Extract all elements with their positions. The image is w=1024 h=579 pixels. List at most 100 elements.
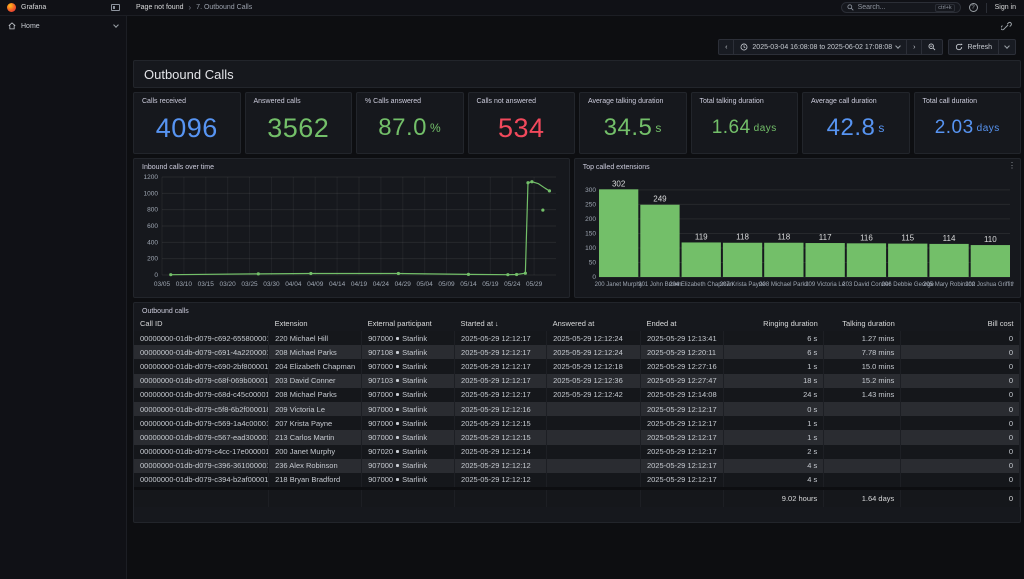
cell-call-id: 00000000-01db-d079-c394-b2af00001825 bbox=[134, 473, 269, 489]
sign-in-button[interactable]: Sign in bbox=[995, 4, 1016, 11]
cell-ended-at: 2025-05-29 12:12:17 bbox=[640, 430, 723, 444]
svg-text:114: 114 bbox=[942, 234, 955, 243]
home-icon bbox=[8, 22, 16, 30]
cell-ringing-duration: 18 s bbox=[724, 374, 824, 388]
cell-extension: 218 Bryan Bradford bbox=[269, 473, 362, 489]
column-header-ended-at[interactable]: Ended at bbox=[640, 315, 723, 331]
svg-text:50: 50 bbox=[588, 259, 596, 266]
breadcrumb-root[interactable]: Page not found bbox=[136, 4, 184, 11]
time-range-picker[interactable]: 2025-03-04 16:08:08 to 2025-06-02 17:08:… bbox=[734, 40, 907, 54]
stat-panel-5: Total talking duration1.64days bbox=[691, 92, 799, 154]
svg-text:05/19: 05/19 bbox=[482, 281, 499, 288]
participant-dot-icon bbox=[396, 365, 399, 368]
cell-talking-duration bbox=[824, 459, 901, 473]
time-range-back-button[interactable]: ‹ bbox=[719, 40, 734, 54]
svg-text:100: 100 bbox=[585, 245, 596, 252]
stat-title: % Calls answered bbox=[357, 93, 463, 105]
svg-text:400: 400 bbox=[147, 239, 158, 246]
column-header-external-participant[interactable]: External participant bbox=[362, 315, 455, 331]
cell-answered-at bbox=[547, 459, 641, 473]
bar bbox=[805, 243, 844, 277]
search-input-wrap[interactable]: ctrl+k bbox=[841, 2, 961, 13]
svg-text:150: 150 bbox=[585, 230, 596, 237]
column-header-talking-duration[interactable]: Talking duration bbox=[824, 315, 901, 331]
cell-started-at: 2025-05-29 12:12:15 bbox=[455, 416, 547, 430]
table-row: 00000000-01db-d079-c68f-069b0000182c203 … bbox=[134, 374, 1020, 388]
participant-dot-icon bbox=[396, 393, 399, 396]
cell-started-at: 2025-05-29 12:12:17 bbox=[455, 388, 547, 402]
refresh-icon bbox=[955, 43, 963, 51]
cell-talking-duration bbox=[824, 430, 901, 444]
cell-answered-at: 2025-05-29 12:12:36 bbox=[547, 374, 641, 388]
svg-text:115: 115 bbox=[901, 234, 914, 243]
outbound-calls-table: Call IDExtensionExternal participantStar… bbox=[134, 315, 1020, 507]
sidebar-home-label: Home bbox=[21, 23, 40, 30]
svg-text:05/24: 05/24 bbox=[504, 281, 521, 288]
dock-sidebar-icon[interactable] bbox=[111, 4, 120, 11]
cell-bill-cost: 0 bbox=[901, 416, 1020, 430]
column-header-bill-cost[interactable]: Bill cost bbox=[901, 315, 1020, 331]
share-link-icon[interactable] bbox=[1001, 21, 1012, 32]
column-header-started-at[interactable]: Started at ↓ bbox=[455, 315, 547, 331]
svg-text:800: 800 bbox=[147, 207, 158, 214]
stat-value: 1.64days bbox=[692, 107, 798, 149]
svg-text:117: 117 bbox=[818, 233, 831, 242]
table-row: 00000000-01db-d079-c691-4a220000182e208 … bbox=[134, 345, 1020, 359]
column-header-ringing-duration[interactable]: Ringing duration bbox=[724, 315, 824, 331]
participant-dot-icon bbox=[396, 337, 399, 340]
help-icon[interactable]: ? bbox=[969, 3, 978, 12]
search-input[interactable] bbox=[858, 4, 932, 11]
zoom-out-button[interactable] bbox=[922, 40, 942, 54]
svg-text:1000: 1000 bbox=[144, 190, 159, 197]
svg-text:208 Michael Parks: 208 Michael Parks bbox=[759, 282, 808, 288]
participant-dot-icon bbox=[396, 408, 399, 411]
cell-talking-duration: 15.2 mins bbox=[824, 374, 901, 388]
cell-ended-at: 2025-05-29 12:27:47 bbox=[640, 374, 723, 388]
cell-extension: 236 Alex Robinson bbox=[269, 459, 362, 473]
svg-text:03/05: 03/05 bbox=[154, 281, 171, 288]
stat-title: Average call duration bbox=[803, 93, 909, 105]
chevron-down-icon[interactable] bbox=[113, 22, 119, 28]
cell-ended-at: 2025-05-29 12:14:08 bbox=[640, 388, 723, 402]
bar bbox=[970, 245, 1009, 277]
cell-external-participant: 907000Starlink bbox=[362, 459, 455, 473]
stat-title: Average talking duration bbox=[580, 93, 686, 105]
line-chart-svg: 02004006008001000120003/0503/1003/1503/2… bbox=[134, 171, 564, 289]
cell-ringing-duration: 2 s bbox=[724, 445, 824, 459]
cell-extension: 204 Elizabeth Chapman bbox=[269, 359, 362, 373]
breadcrumb-current[interactable]: 7. Outbound Calls bbox=[196, 4, 252, 11]
column-header-answered-at[interactable]: Answered at bbox=[547, 315, 641, 331]
participant-dot-icon bbox=[396, 450, 399, 453]
cell-bill-cost: 0 bbox=[901, 445, 1020, 459]
svg-text:250: 250 bbox=[585, 201, 596, 208]
cell-started-at: 2025-05-29 12:12:17 bbox=[455, 374, 547, 388]
clock-icon bbox=[740, 43, 748, 51]
cell-started-at: 2025-05-29 12:12:17 bbox=[455, 331, 547, 345]
column-header-extension[interactable]: Extension bbox=[269, 315, 362, 331]
refresh-button[interactable]: Refresh bbox=[949, 40, 999, 54]
panel-title: Outbound calls bbox=[134, 303, 1020, 315]
cell-bill-cost: 0 bbox=[901, 473, 1020, 489]
time-toolbar: ‹ 2025-03-04 16:08:08 to 2025-06-02 17:0… bbox=[127, 36, 1024, 58]
stat-panel-3: Calls not answered534 bbox=[468, 92, 576, 154]
refresh-interval-dropdown[interactable] bbox=[999, 40, 1015, 54]
stat-title: Calls received bbox=[134, 93, 240, 105]
cell-answered-at bbox=[547, 445, 641, 459]
sidebar-item-home[interactable]: Home bbox=[0, 16, 126, 36]
brand-label: Grafana bbox=[21, 4, 46, 11]
column-header-call-id[interactable]: Call ID bbox=[134, 315, 269, 331]
cell-call-id: 00000000-01db-d079-c691-4a220000182e bbox=[134, 345, 269, 359]
cell-ringing-duration: 4 s bbox=[724, 459, 824, 473]
cell-extension: 213 Carlos Martin bbox=[269, 430, 362, 444]
participant-dot-icon bbox=[396, 478, 399, 481]
cell-extension: 208 Michael Parks bbox=[269, 345, 362, 359]
cell-talking-duration: 15.0 mins bbox=[824, 359, 901, 373]
time-range-forward-button[interactable]: › bbox=[907, 40, 922, 54]
svg-text:249: 249 bbox=[653, 195, 667, 204]
table-row: 00000000-01db-d079-c5f8-6b2f0000182a209 … bbox=[134, 402, 1020, 416]
cell-extension: 200 Janet Murphy bbox=[269, 445, 362, 459]
panel-menu-kebab-icon[interactable]: ⋮ bbox=[1008, 162, 1016, 170]
grafana-logo-icon[interactable] bbox=[7, 3, 16, 12]
cell-call-id: 00000000-01db-d079-c569-1a4c00001829 bbox=[134, 416, 269, 430]
stat-value: 34.5s bbox=[580, 107, 686, 149]
